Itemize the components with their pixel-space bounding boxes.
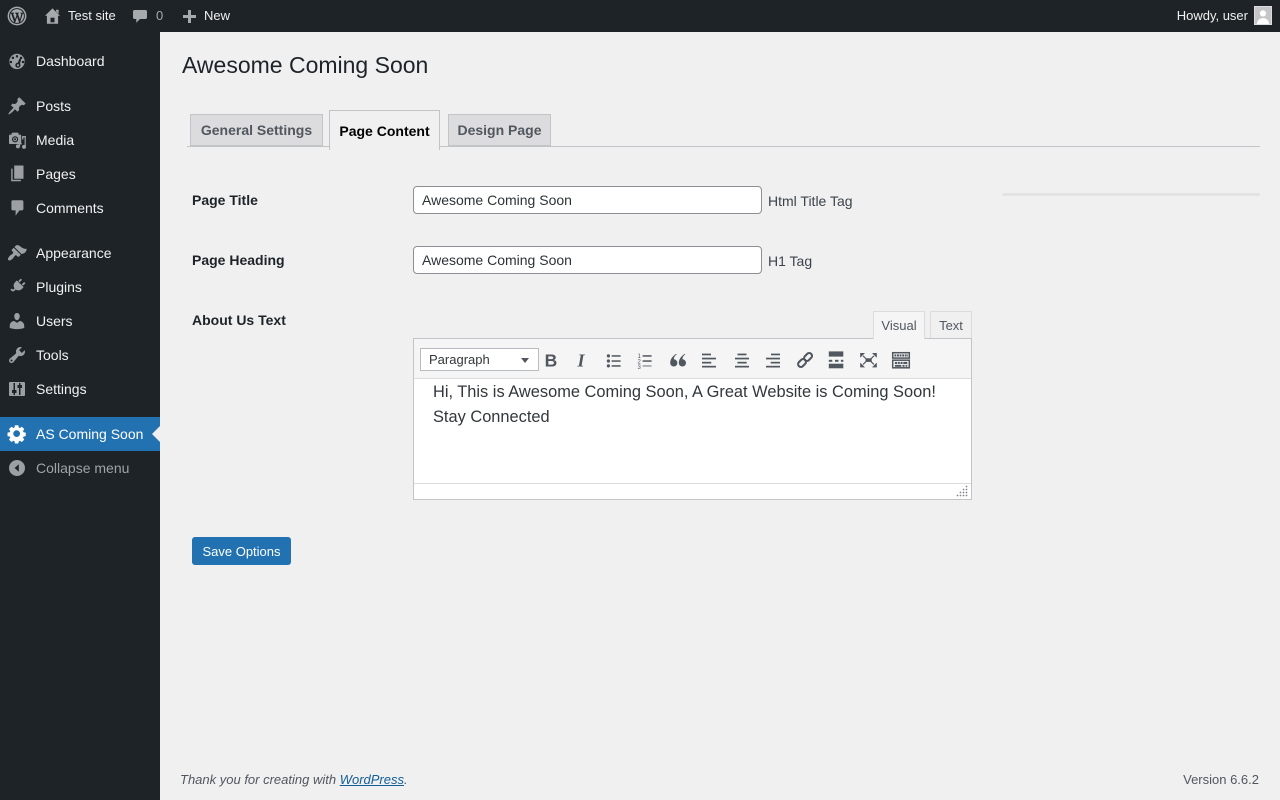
svg-text:B: B — [545, 350, 558, 370]
svg-text:I: I — [576, 350, 585, 370]
svg-text:3: 3 — [638, 365, 642, 370]
